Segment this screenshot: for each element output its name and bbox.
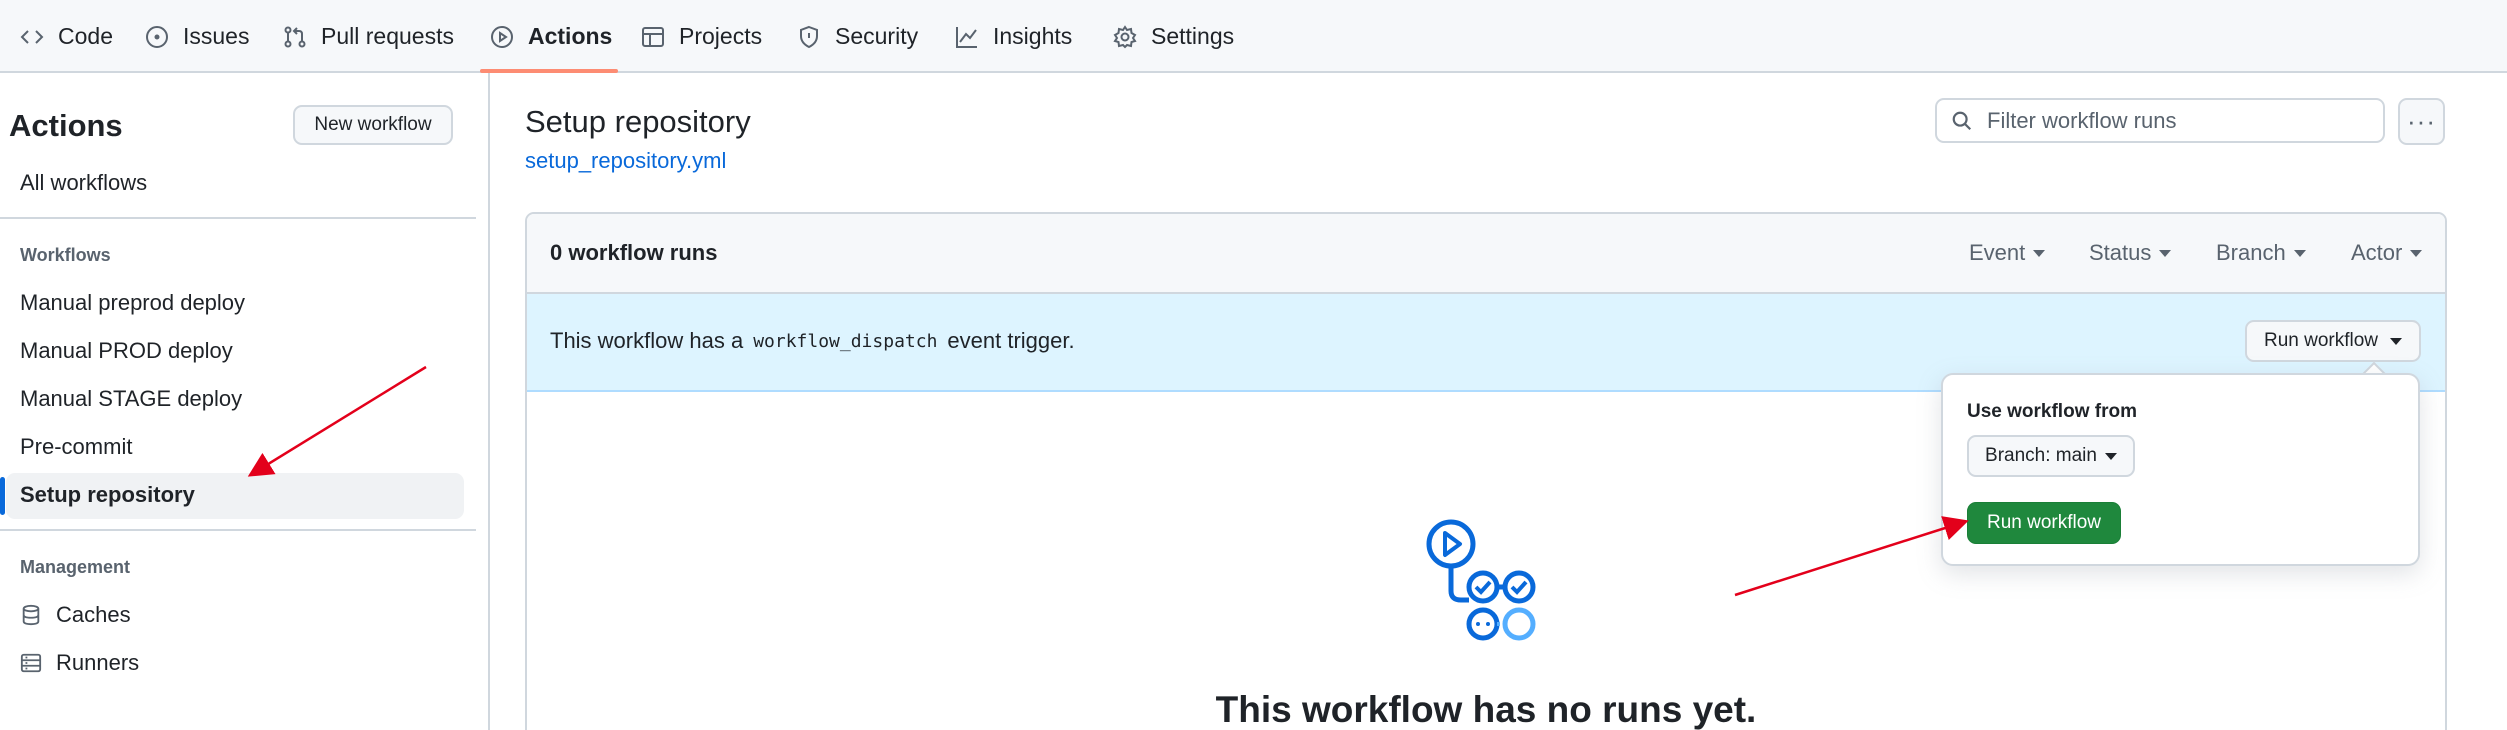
- caret-down-icon: [2410, 249, 2423, 257]
- tab-projects-label: Projects: [679, 23, 763, 49]
- caret-down-icon: [2159, 249, 2172, 257]
- caret-down-icon: [2033, 249, 2046, 257]
- status-filter-dropdown[interactable]: Status: [2089, 240, 2172, 266]
- play-icon: [491, 25, 513, 48]
- tab-issues-label: Issues: [183, 23, 250, 49]
- workflow-illustration-icon: [1426, 519, 1536, 641]
- filter-workflow-runs-input[interactable]: Filter workflow runs: [1935, 98, 2385, 143]
- sidebar-title: Actions: [9, 108, 123, 143]
- database-icon: [22, 604, 40, 626]
- run-workflow-popover: Use workflow from Branch: main Run workf…: [1941, 373, 2420, 566]
- branch-filter-dropdown[interactable]: Branch: [2216, 240, 2306, 266]
- run-workflow-submit-button[interactable]: Run workflow: [1967, 502, 2121, 544]
- tab-settings[interactable]: Settings: [1113, 0, 1234, 73]
- tab-code-label: Code: [58, 23, 113, 49]
- code-icon: [20, 29, 44, 44]
- tab-actions-label: Actions: [528, 23, 613, 49]
- page-title: Setup repository: [525, 104, 751, 139]
- runners-label: Runners: [56, 650, 140, 675]
- new-workflow-button[interactable]: New workflow: [293, 105, 453, 145]
- caret-down-icon: [2104, 452, 2117, 460]
- tab-pull-requests-label: Pull requests: [321, 23, 454, 49]
- branch-filter-label: Branch: [2216, 240, 2286, 265]
- kebab-horizontal-icon: ···: [2407, 106, 2436, 136]
- actions-sidebar: Actions New workflow All workflows Workf…: [0, 73, 490, 730]
- sidebar-item-all-workflows[interactable]: All workflows: [20, 170, 147, 196]
- caret-down-icon: [2293, 249, 2306, 257]
- tab-security[interactable]: Security: [797, 0, 918, 73]
- server-icon: [20, 653, 42, 673]
- dispatch-prefix: This workflow has a: [550, 328, 744, 353]
- tab-actions[interactable]: Actions: [490, 0, 612, 73]
- dispatch-message: This workflow has a workflow_dispatch ev…: [550, 328, 1075, 354]
- sidebar-active-indicator: [0, 477, 5, 515]
- sidebar-item-manual-preprod-deploy[interactable]: Manual preprod deploy: [20, 290, 245, 316]
- tab-code[interactable]: Code: [20, 0, 113, 73]
- workflows-heading: Workflows: [20, 245, 111, 265]
- tab-settings-label: Settings: [1151, 23, 1235, 49]
- branch-select-label: Branch: main: [1985, 445, 2097, 466]
- issue-icon: [146, 25, 168, 48]
- event-filter-dropdown[interactable]: Event: [1969, 240, 2046, 266]
- sidebar-item-manual-prod-deploy[interactable]: Manual PROD deploy: [20, 338, 233, 364]
- branch-select-button[interactable]: Branch: main: [1967, 435, 2135, 477]
- sidebar-divider: [0, 217, 476, 219]
- sidebar-item-caches[interactable]: Caches: [20, 602, 131, 628]
- graph-icon: [956, 26, 977, 48]
- popover-title: Use workflow from: [1967, 401, 2137, 422]
- run-workflow-label: Run workflow: [2263, 330, 2379, 351]
- run-workflow-dropdown-button[interactable]: Run workflow: [2245, 320, 2421, 362]
- dispatch-code: workflow_dispatch: [753, 330, 938, 352]
- tab-insights-label: Insights: [993, 23, 1073, 49]
- actor-filter-dropdown[interactable]: Actor: [2351, 240, 2423, 266]
- gear-icon: [1113, 24, 1137, 48]
- sidebar-item-setup-repository[interactable]: Setup repository: [20, 482, 195, 508]
- empty-state-title: This workflow has no runs yet.: [1215, 689, 1757, 730]
- caches-label: Caches: [56, 602, 131, 627]
- caret-down-icon: [2390, 337, 2403, 345]
- tab-issues[interactable]: Issues: [145, 0, 249, 73]
- status-filter-label: Status: [2089, 240, 2152, 265]
- event-filter-label: Event: [1969, 240, 2026, 265]
- shield-icon: [800, 25, 818, 48]
- tab-security-label: Security: [835, 23, 919, 49]
- tab-insights[interactable]: Insights: [955, 0, 1072, 73]
- sidebar-item-pre-commit[interactable]: Pre-commit: [20, 434, 132, 460]
- active-tab-indicator: [480, 69, 618, 73]
- sidebar-item-runners[interactable]: Runners: [20, 650, 139, 676]
- dispatch-suffix: event trigger.: [947, 328, 1075, 353]
- repo-nav: Code Issues Pull requests Actions Projec…: [0, 0, 2507, 73]
- management-heading: Management: [20, 557, 131, 577]
- tab-pull-requests[interactable]: Pull requests: [283, 0, 454, 73]
- runs-count: 0 workflow runs: [550, 240, 718, 265]
- search-icon: [1952, 111, 1972, 130]
- workflow-file-link[interactable]: setup_repository.yml: [525, 148, 726, 174]
- table-icon: [642, 26, 664, 47]
- pull-request-icon: [284, 26, 306, 47]
- sidebar-divider: [0, 529, 476, 531]
- sidebar-item-manual-stage-deploy[interactable]: Manual STAGE deploy: [20, 386, 242, 412]
- tab-projects[interactable]: Projects: [641, 0, 762, 73]
- actor-filter-label: Actor: [2351, 240, 2403, 265]
- more-options-button[interactable]: ···: [2398, 98, 2445, 145]
- runs-header: 0 workflow runs Event Status Branch Acto…: [527, 214, 2445, 294]
- filter-placeholder: Filter workflow runs: [1987, 107, 2177, 133]
